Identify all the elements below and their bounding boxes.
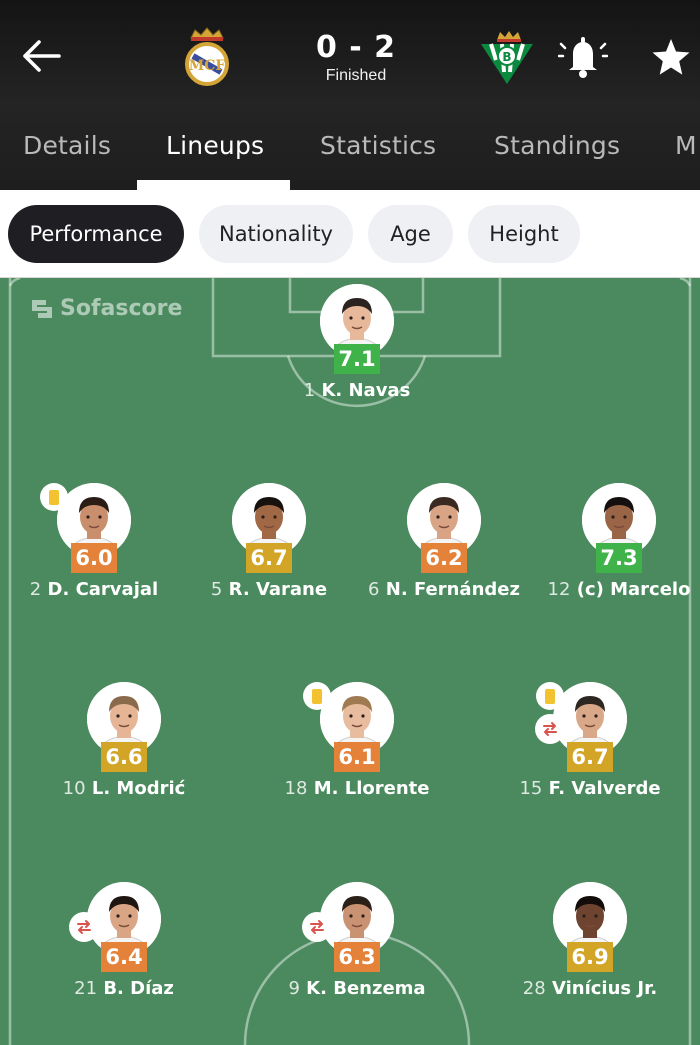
player-number: 6 <box>368 579 380 600</box>
player-label: 10 L. Modrić <box>14 778 234 799</box>
tab-standings[interactable]: Standings <box>494 131 620 160</box>
sofascore-logo-icon <box>32 299 52 318</box>
tab-bar: Details Lineups Statistics Standings M <box>0 128 700 190</box>
player-card[interactable]: 6.7 15 F. Valverde <box>500 682 680 812</box>
player-label: 12 (c) Marcelo <box>509 579 700 600</box>
player-name: F. Valverde <box>548 778 661 799</box>
real-madrid-crest-icon: MCF <box>185 27 229 86</box>
player-card[interactable]: 6.9 28 Vinícius Jr. <box>500 882 680 1012</box>
filter-performance[interactable]: Performance <box>8 205 184 263</box>
player-name: M. Llorente <box>313 778 430 799</box>
player-card[interactable]: 6.7 5 R. Varane <box>179 483 359 613</box>
player-name: L. Modrić <box>91 778 186 799</box>
player-number: 5 <box>210 579 223 600</box>
watermark-text: Sofascore <box>60 296 183 321</box>
player-label: 18 M. Llorente <box>247 778 467 799</box>
star-icon <box>652 39 690 75</box>
player-number: 12 <box>547 579 571 600</box>
player-label: 15 F. Valverde <box>480 778 700 799</box>
filter-nationality[interactable]: Nationality <box>199 205 353 263</box>
home-team-crest[interactable]: MCF <box>181 26 233 88</box>
back-button[interactable] <box>18 36 64 76</box>
away-team-crest[interactable]: B <box>479 28 535 86</box>
player-card[interactable]: 7.1 1 K. Navas <box>267 284 447 414</box>
yellow-card-icon <box>303 682 331 710</box>
match-status: Finished <box>325 67 387 84</box>
lineup-filter-bar: Performance Nationality Age Height <box>0 190 700 278</box>
player-card[interactable]: 6.4 21 B. Díaz <box>34 882 214 1012</box>
player-card[interactable]: 6.2 6 N. Fernández <box>354 483 534 613</box>
player-name: N. Fernández <box>385 579 520 600</box>
player-number: 28 <box>522 978 546 999</box>
active-tab-indicator <box>137 180 290 190</box>
player-rating: 6.6 <box>101 742 147 772</box>
score-box: 0 - 2 Finished <box>296 30 416 85</box>
player-number: 21 <box>74 978 98 999</box>
yellow-card-icon <box>40 483 68 511</box>
player-card[interactable]: 7.3 12 (c) Marcelo <box>529 483 700 613</box>
arrow-left-icon <box>23 40 61 72</box>
substitution-icon <box>69 912 99 942</box>
pitch: Sofascore 7.1 1 K. Navas 6.0 2 D. Carvajal… <box>0 278 700 1045</box>
player-number: 10 <box>62 778 86 799</box>
player-name: D. Carvajal <box>47 579 159 600</box>
tab-matches[interactable]: M <box>675 131 697 160</box>
tab-lineups[interactable]: Lineups <box>166 131 264 160</box>
player-rating: 7.1 <box>334 344 380 374</box>
player-rating: 6.7 <box>246 543 292 573</box>
filter-age[interactable]: Age <box>368 205 453 263</box>
player-rating: 7.3 <box>596 543 642 573</box>
player-name: Vinícius Jr. <box>551 978 658 999</box>
player-name: K. Navas <box>321 380 411 401</box>
match-header: MCF 0 - 2 Finished B Details Lineups Sta… <box>0 0 700 190</box>
real-betis-crest-icon: B <box>481 31 533 84</box>
yellow-card-icon <box>536 682 564 710</box>
tab-statistics[interactable]: Statistics <box>320 131 436 160</box>
player-rating: 6.7 <box>567 742 613 772</box>
player-number: 9 <box>288 978 300 999</box>
player-number: 1 <box>303 380 316 401</box>
filter-height[interactable]: Height <box>468 205 580 263</box>
notification-button[interactable] <box>557 34 609 80</box>
player-name: (c) Marcelo <box>576 579 691 600</box>
player-rating: 6.3 <box>334 942 380 972</box>
player-card[interactable]: 6.0 2 D. Carvajal <box>4 483 184 613</box>
player-number: 15 <box>519 778 543 799</box>
match-score: 0 - 2 <box>315 30 397 65</box>
player-rating: 6.0 <box>71 543 117 573</box>
player-card[interactable]: 6.1 18 M. Llorente <box>267 682 447 812</box>
player-number: 2 <box>29 579 42 600</box>
player-rating: 6.2 <box>421 543 467 573</box>
substitution-icon <box>535 714 565 744</box>
player-name: K. Benzema <box>306 978 426 999</box>
substitution-icon <box>302 912 332 942</box>
player-card[interactable]: 6.6 10 L. Modrić <box>34 682 214 812</box>
player-number: 18 <box>284 778 308 799</box>
bell-icon <box>557 37 609 78</box>
player-rating: 6.1 <box>334 742 380 772</box>
player-label: 21 B. Díaz <box>14 978 234 999</box>
player-card[interactable]: 6.3 9 K. Benzema <box>267 882 447 1012</box>
tab-details[interactable]: Details <box>23 131 111 160</box>
player-label: 28 Vinícius Jr. <box>480 978 700 999</box>
favorite-button[interactable] <box>650 36 692 78</box>
player-rating: 6.9 <box>567 942 613 972</box>
svg-text:B: B <box>502 50 511 64</box>
player-label: 1 K. Navas <box>247 380 467 401</box>
player-label: 9 K. Benzema <box>247 978 467 999</box>
player-name: B. Díaz <box>103 978 174 999</box>
player-rating: 6.4 <box>101 942 147 972</box>
player-name: R. Varane <box>228 579 328 600</box>
sofascore-watermark: Sofascore <box>30 296 182 321</box>
svg-text:MCF: MCF <box>189 58 226 74</box>
